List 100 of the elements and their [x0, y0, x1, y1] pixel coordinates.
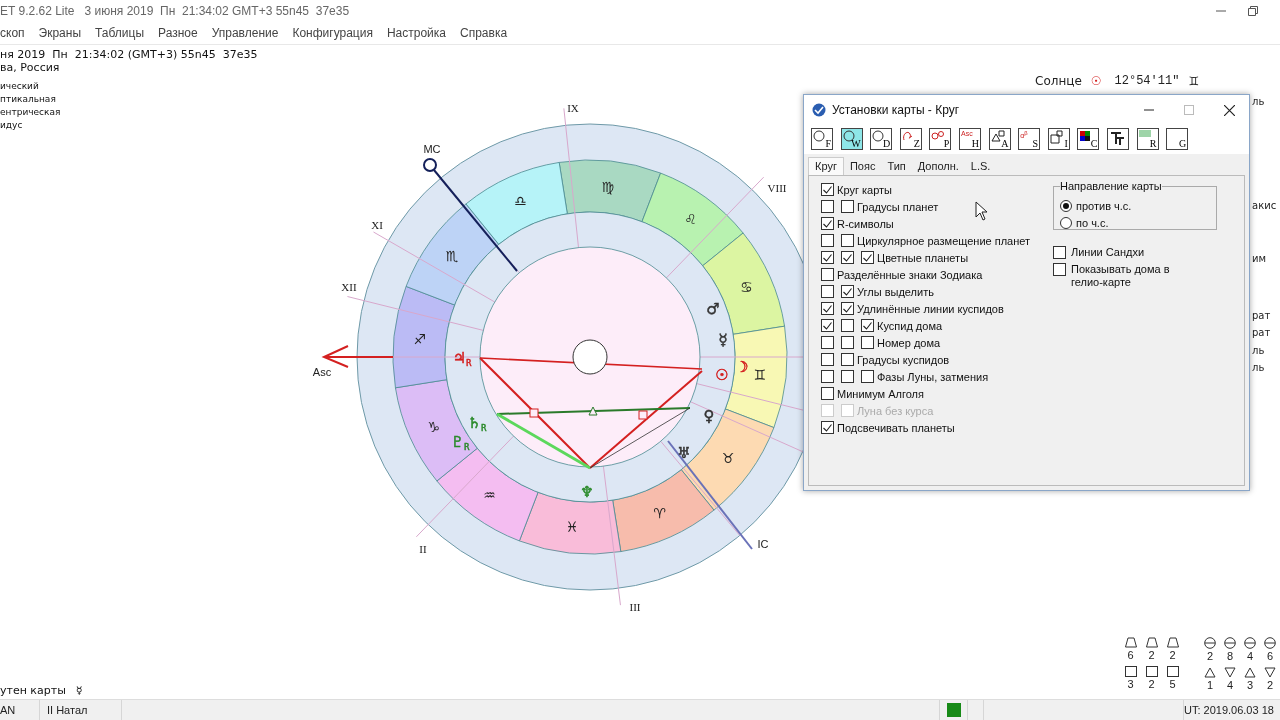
planet-glyph: ☉ — [715, 366, 729, 384]
square-icon — [1145, 666, 1158, 677]
checkbox[interactable] — [861, 319, 874, 332]
menu-item[interactable]: Справка — [460, 26, 508, 40]
checkbox[interactable] — [1053, 246, 1066, 259]
toolbar-button[interactable]: R — [1136, 128, 1159, 150]
checkbox[interactable] — [821, 319, 834, 332]
chart-info-text: ва, Россия — [0, 61, 60, 74]
menu-item[interactable]: Конфигурация — [292, 26, 373, 40]
count-text: 2 — [1266, 678, 1274, 693]
checkbox[interactable] — [841, 353, 854, 366]
close-icon[interactable] — [1224, 104, 1235, 116]
planet-glyph: ♇$_{R}$ — [450, 433, 470, 452]
planet-glyph: ♅ — [677, 444, 691, 462]
checkbox[interactable] — [861, 370, 874, 383]
checkbox[interactable] — [841, 251, 854, 264]
house-number: II — [419, 543, 427, 555]
checkbox[interactable] — [821, 217, 834, 230]
toolbar-button[interactable]: F — [811, 128, 833, 150]
zodiac-sign-glyph: ♌ — [684, 210, 697, 227]
checkbox[interactable] — [861, 251, 874, 264]
checkbox[interactable] — [821, 370, 834, 383]
toolbar-glyph-icon — [842, 130, 855, 142]
toolbar-button[interactable]: P — [929, 128, 952, 150]
count-text: 4 — [1246, 649, 1254, 664]
menu-item[interactable]: Настройка — [386, 26, 446, 40]
checkbox[interactable] — [1053, 263, 1066, 276]
checkbox[interactable] — [821, 251, 834, 264]
status-text: II Натал — [47, 704, 88, 716]
status-time: UT: 2019.06.03 18 — [1184, 704, 1274, 716]
checkbox[interactable] — [821, 285, 834, 298]
checkbox[interactable] — [861, 336, 874, 349]
triangle-icon — [1264, 667, 1276, 678]
menu-item[interactable]: скоп — [0, 26, 25, 40]
option-label: Линии Сандхи — [1071, 246, 1146, 259]
checkbox[interactable] — [821, 302, 834, 315]
count-text: 3 — [1127, 677, 1134, 692]
toolbar-glyph-icon — [931, 130, 946, 142]
toolbar-button[interactable]: Z — [899, 128, 922, 150]
circle-icon — [1264, 637, 1276, 649]
checkbox[interactable] — [821, 421, 834, 434]
chart-setting-text: ический — [0, 80, 39, 93]
checkbox[interactable] — [821, 353, 834, 366]
checkbox[interactable] — [821, 200, 834, 213]
planet-glyph: ♆ — [580, 483, 594, 501]
count-text: 1 — [1206, 678, 1214, 693]
checkbox[interactable] — [841, 285, 854, 298]
menu-item[interactable]: Экраны — [38, 26, 82, 40]
checkbox[interactable] — [841, 319, 854, 332]
checkbox[interactable] — [821, 183, 834, 196]
checkbox[interactable] — [841, 370, 854, 383]
checkbox[interactable] — [821, 234, 834, 247]
planet-glyph: ♃$_{R}$ — [452, 349, 472, 368]
checkbox[interactable] — [821, 268, 834, 281]
planet-glyph: ♂ — [706, 300, 720, 318]
list-text: ль — [1252, 361, 1266, 375]
checkbox[interactable] — [841, 234, 854, 247]
zodiac-sign-glyph: ♐ — [413, 331, 427, 348]
tab[interactable]: L.S. — [964, 157, 997, 175]
house-number: IX — [567, 102, 579, 114]
count-text: 2 — [1206, 649, 1214, 664]
toolbar-button[interactable]: D — [870, 128, 893, 150]
option-label: Удлинённые линии куспидов — [857, 302, 1004, 315]
zodiac-sign-glyph: ♑ — [427, 418, 441, 435]
trapezoid-icon — [1145, 637, 1158, 648]
menu-item[interactable]: Разное — [158, 26, 198, 40]
checkbox[interactable] — [841, 302, 854, 315]
option-label: Показывать дома в гелио-карте — [1071, 263, 1171, 289]
tab[interactable]: Тип — [881, 157, 912, 175]
checkbox[interactable] — [821, 387, 834, 400]
tab[interactable]: Пояс — [843, 157, 882, 175]
house-number: XI — [371, 219, 383, 231]
toolbar-button[interactable]: W — [840, 128, 863, 150]
menu-item[interactable]: Таблицы — [95, 26, 145, 40]
menu-item[interactable]: Управление — [211, 26, 279, 40]
toolbar-button[interactable]: G — [1166, 128, 1189, 150]
degree-value: 12°54'11" — [1114, 74, 1180, 88]
toolbar-glyph-icon — [1049, 130, 1064, 144]
toolbar-button[interactable]: A — [988, 128, 1011, 150]
radio-button[interactable] — [1060, 199, 1072, 212]
option-label: R-символы — [837, 217, 894, 230]
zodiac-sign-glyph: ♍ — [601, 178, 615, 195]
toolbar-button[interactable] — [1106, 128, 1129, 150]
count-text: 6 — [1127, 648, 1134, 663]
toolbar-glyph-icon — [990, 130, 1005, 142]
radio-label: по ч.с. — [1076, 216, 1109, 229]
mouse-pointer-icon — [975, 201, 988, 221]
checkbox[interactable] — [821, 336, 834, 349]
restore-icon[interactable] — [1248, 6, 1258, 16]
checkbox[interactable] — [841, 200, 854, 213]
radio-button[interactable] — [1060, 216, 1072, 229]
checkbox[interactable] — [841, 336, 854, 349]
tab[interactable]: Дополн. — [911, 157, 965, 175]
house-number: XII — [341, 281, 357, 293]
option-label: Фазы Луны, затмения — [877, 370, 989, 383]
toolbar-button[interactable]: I — [1047, 128, 1070, 150]
option-label: Градусы планет — [857, 200, 939, 213]
toolbar-button[interactable]: C — [1077, 128, 1100, 150]
count-text: 4 — [1226, 678, 1234, 693]
tab[interactable]: Круг — [808, 157, 844, 175]
